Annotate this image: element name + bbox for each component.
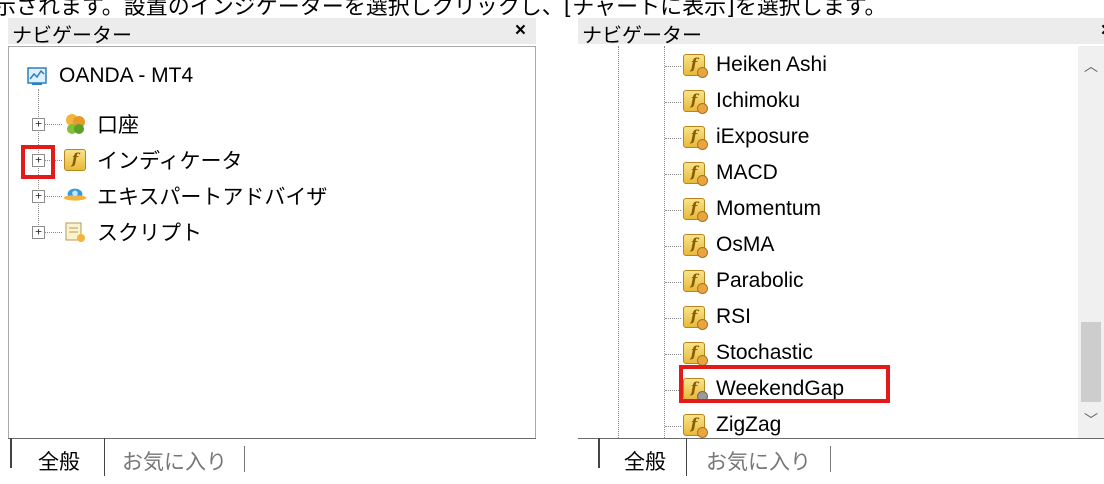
indicator-item[interactable]: f MACD xyxy=(682,158,778,188)
caption-text: 示されます。設置のインジケーターを選択しクリックし、[チャートに表示]を選択しま… xyxy=(0,0,887,18)
tree-item-label: エキスパートアドバイザ xyxy=(97,186,328,209)
indicator-item-label: Ichimoku xyxy=(716,89,801,112)
indicator-item-label: iExposure xyxy=(716,125,810,148)
indicator-icon: f xyxy=(682,305,708,330)
expand-icon[interactable]: + xyxy=(32,190,45,203)
tab-favorites[interactable]: お気に入り xyxy=(706,446,811,476)
navigator-titlebar: ナビゲーター × xyxy=(8,18,536,47)
terminal-icon xyxy=(25,64,49,88)
indicator-icon: f xyxy=(682,53,708,78)
indicator-icon: f xyxy=(682,161,708,186)
indicator-item[interactable]: f RSI xyxy=(682,302,751,332)
indicator-item[interactable]: f ZigZag xyxy=(682,410,781,440)
indicator-icon: f xyxy=(682,413,708,438)
indicator-item[interactable]: f Parabolic xyxy=(682,266,804,296)
tree-item-scripts[interactable]: スクリプト xyxy=(63,217,202,247)
tree-root[interactable]: OANDA - MT4 xyxy=(25,61,193,91)
indicator-item-label: RSI xyxy=(716,305,752,328)
scrollbar[interactable]: ︿ ﹀ xyxy=(1078,46,1104,438)
indicator-icon: f xyxy=(682,269,708,294)
indicator-icon: f xyxy=(682,125,708,150)
tab-general[interactable]: 全般 xyxy=(624,446,666,476)
tab-bar: 全般 お気に入り xyxy=(578,438,1104,484)
highlight-box xyxy=(21,145,55,179)
tree-item-expert-advisors[interactable]: エキスパートアドバイザ xyxy=(63,181,327,211)
indicator-icon: f xyxy=(682,341,708,366)
indicator-item-label: OsMA xyxy=(716,233,775,256)
expand-icon[interactable]: + xyxy=(32,226,45,239)
tab-favorites[interactable]: お気に入り xyxy=(122,446,227,476)
tree-item-label: スクリプト xyxy=(97,222,202,245)
navigator-panel-left: ナビゲーター × OANDA - MT4 + + + + 口座 f インディケー… xyxy=(8,18,536,484)
tree-item-label: 口座 xyxy=(97,114,139,137)
close-icon[interactable]: × xyxy=(515,20,526,42)
accounts-icon xyxy=(63,112,87,136)
indicator-item-label: Parabolic xyxy=(716,269,804,292)
tab-general[interactable]: 全般 xyxy=(38,446,80,476)
navigator-titlebar: ナビゲーター × xyxy=(578,18,1104,47)
tree-root-label: OANDA - MT4 xyxy=(59,64,194,87)
tree-item-label: インディケータ xyxy=(97,150,243,173)
scroll-down-icon[interactable]: ﹀ xyxy=(1078,410,1104,430)
indicator-item[interactable]: f Heiken Ashi xyxy=(682,50,827,80)
indicator-item[interactable]: f Ichimoku xyxy=(682,86,800,116)
tree-item-accounts[interactable]: 口座 xyxy=(63,109,139,139)
caption: 示されます。設置のインジケーターを選択しクリックし、[チャートに表示]を選択しま… xyxy=(0,0,1104,18)
navigator-panel-right: ナビゲーター × f Heiken Ashi f Ichimoku f iExposure… xyxy=(578,18,1104,484)
indicator-item-label: Momentum xyxy=(716,197,822,220)
script-icon xyxy=(63,220,87,244)
indicator-item-label: ZigZag xyxy=(716,413,782,436)
tree-item-indicators[interactable]: f インディケータ xyxy=(63,145,243,175)
indicator-item-label: Stochastic xyxy=(716,341,813,364)
highlight-box xyxy=(679,365,890,403)
indicator-icon: f xyxy=(682,233,708,258)
indicator-item-label: MACD xyxy=(716,161,778,184)
indicator-item[interactable]: f Momentum xyxy=(682,194,821,224)
expert-advisor-icon xyxy=(63,184,87,208)
navigator-title: ナビゲーター xyxy=(12,23,132,47)
indicator-icon: f xyxy=(682,197,708,222)
indicator-item[interactable]: f Stochastic xyxy=(682,338,813,368)
scroll-thumb[interactable] xyxy=(1081,322,1101,402)
expand-icon[interactable]: + xyxy=(32,118,45,131)
indicator-item[interactable]: f iExposure xyxy=(682,122,809,152)
navigator-tree: OANDA - MT4 + + + + 口座 f インディケータ エキスパートア… xyxy=(8,46,536,438)
tab-bar: 全般 お気に入り xyxy=(8,438,536,484)
navigator-title: ナビゲーター xyxy=(582,23,702,47)
indicator-item-label: Heiken Ashi xyxy=(716,53,827,76)
indicator-icon: f xyxy=(682,89,708,114)
scroll-up-icon[interactable]: ︿ xyxy=(1078,56,1104,76)
indicator-item[interactable]: f OsMA xyxy=(682,230,774,260)
indicator-icon: f xyxy=(63,148,87,172)
